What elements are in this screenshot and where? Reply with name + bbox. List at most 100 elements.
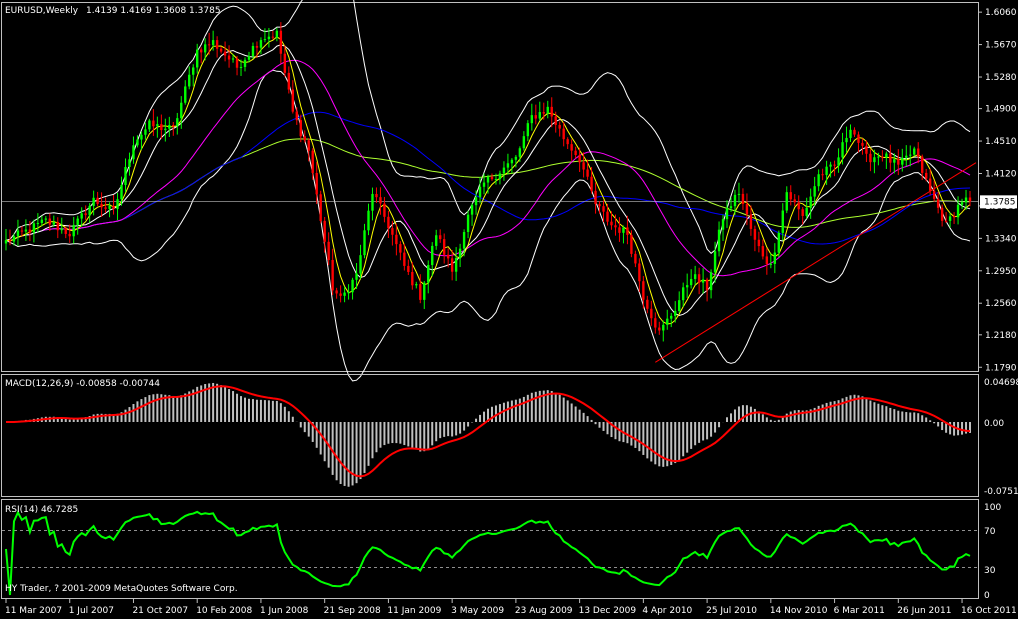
candle-body bbox=[68, 233, 71, 237]
candle-body bbox=[435, 235, 438, 246]
candle-body bbox=[359, 255, 362, 274]
candle-body bbox=[666, 318, 669, 325]
candle-body bbox=[315, 172, 318, 195]
candle-body bbox=[654, 318, 657, 328]
candle-body bbox=[634, 253, 637, 264]
date-tick-label: 13 Dec 2009 bbox=[579, 606, 637, 616]
candle-body bbox=[546, 106, 549, 114]
candle-body bbox=[271, 36, 275, 38]
candle-body bbox=[355, 273, 358, 280]
macd-panel: MACD(12,26,9) -0.00858 -0.00744 0.04698 … bbox=[1, 374, 1018, 497]
candle-body bbox=[705, 279, 709, 291]
candle-body bbox=[28, 229, 32, 233]
candle-body bbox=[8, 240, 12, 242]
candle-body bbox=[753, 228, 757, 240]
candle-body bbox=[905, 155, 908, 158]
candle-body bbox=[255, 45, 259, 48]
candle-body bbox=[116, 199, 119, 209]
candle-body bbox=[749, 214, 753, 229]
date-tick-label: 11 Mar 2007 bbox=[5, 606, 62, 616]
candle-body bbox=[407, 265, 410, 272]
macd-label: MACD(12,26,9) -0.00858 -0.00744 bbox=[5, 379, 160, 389]
candle-body bbox=[789, 192, 792, 200]
date-tick-label: 1 Jun 2008 bbox=[260, 606, 309, 616]
candle-body bbox=[534, 115, 538, 119]
bollinger-upper bbox=[5, 0, 971, 254]
date-tick-label: 14 Nov 2010 bbox=[770, 606, 828, 616]
candle-body bbox=[124, 166, 127, 186]
candle-body bbox=[514, 156, 518, 160]
price-tick-label: 1.2950 bbox=[985, 267, 1017, 277]
date-tick-label: 25 Jul 2010 bbox=[706, 606, 757, 616]
price-plot[interactable] bbox=[2, 0, 978, 382]
trading-chart: EURUSD,Weekly 1.4139 1.4169 1.3608 1.378… bbox=[1, 0, 1018, 616]
candle-body bbox=[144, 129, 147, 135]
candle-body bbox=[909, 154, 912, 156]
candle-body bbox=[64, 228, 67, 234]
candle-body bbox=[303, 136, 306, 141]
candle-body bbox=[104, 207, 107, 209]
candle-body bbox=[813, 186, 816, 197]
date-tick-label: 11 Jan 2009 bbox=[387, 606, 441, 616]
candle-body bbox=[678, 300, 681, 312]
candle-body bbox=[399, 244, 402, 253]
candle-body bbox=[419, 284, 422, 300]
rsi-plot[interactable] bbox=[2, 510, 978, 596]
candle-body bbox=[311, 150, 314, 173]
candle-body bbox=[259, 40, 263, 48]
rsi-tick-0: 0 bbox=[984, 591, 990, 601]
candle-body bbox=[450, 258, 454, 272]
candle-body bbox=[689, 278, 693, 286]
candle-body bbox=[184, 86, 187, 103]
candle-body bbox=[873, 157, 876, 163]
candle-body bbox=[825, 166, 828, 175]
candle-body bbox=[518, 148, 522, 157]
macd-plot[interactable] bbox=[6, 382, 972, 487]
candle-body bbox=[88, 205, 91, 216]
candle-body bbox=[48, 218, 52, 225]
candle-body bbox=[586, 169, 589, 177]
candle-body bbox=[427, 265, 430, 283]
candle-body bbox=[921, 156, 924, 173]
candle-body bbox=[562, 128, 565, 140]
candle-body bbox=[773, 252, 777, 264]
candle-body bbox=[207, 44, 211, 46]
macd-tick-top: 0.04698 bbox=[984, 378, 1018, 388]
candle-body bbox=[100, 203, 103, 208]
candle-body bbox=[96, 197, 99, 204]
candle-body bbox=[502, 167, 506, 174]
candle-body bbox=[797, 202, 800, 210]
candle-body bbox=[72, 224, 75, 237]
date-tick-label: 6 Mar 2011 bbox=[834, 606, 885, 616]
candle-body bbox=[466, 214, 470, 233]
ohlc-label: 1.4139 1.4169 1.3608 1.3785 bbox=[86, 6, 221, 16]
price-tick-label: 1.3340 bbox=[985, 234, 1017, 244]
candle-body bbox=[160, 124, 163, 131]
candle-body bbox=[44, 218, 48, 220]
candle-body bbox=[203, 44, 207, 53]
candle-body bbox=[932, 190, 936, 199]
candle-body bbox=[658, 327, 661, 331]
candle-body bbox=[40, 219, 44, 223]
candle-body bbox=[287, 72, 291, 90]
candle-body bbox=[885, 153, 888, 158]
candle-body bbox=[395, 234, 398, 245]
candle-body bbox=[56, 222, 59, 231]
date-tick-label: 4 Apr 2010 bbox=[642, 606, 692, 616]
candle-body bbox=[590, 176, 593, 191]
candle-body bbox=[498, 173, 502, 180]
candle-body bbox=[622, 227, 625, 233]
candle-body bbox=[861, 142, 864, 146]
candle-body bbox=[526, 123, 530, 137]
price-tick-label: 1.6060 bbox=[985, 8, 1017, 18]
candle-body bbox=[36, 222, 40, 224]
candle-body bbox=[777, 232, 780, 253]
price-tick-label: 1.4510 bbox=[985, 137, 1017, 147]
candle-body bbox=[140, 134, 143, 140]
candle-body bbox=[693, 274, 697, 279]
candle-body bbox=[52, 222, 55, 225]
candle-body bbox=[319, 194, 322, 221]
candle-body bbox=[80, 213, 83, 219]
bollinger-lower bbox=[5, 69, 971, 382]
candle-body bbox=[227, 55, 231, 60]
